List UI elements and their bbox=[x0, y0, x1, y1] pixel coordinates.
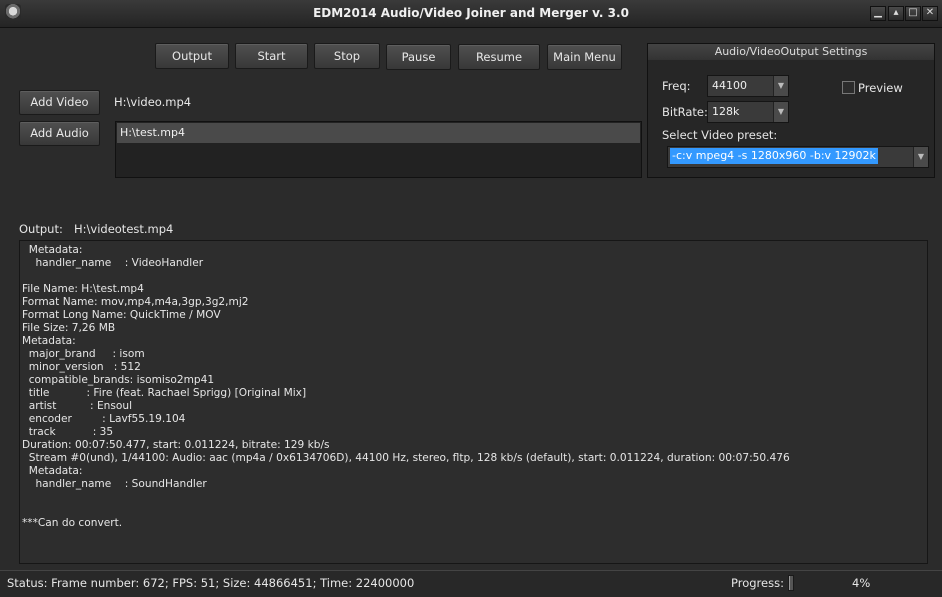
output-path: H:\videotest.mp4 bbox=[74, 222, 173, 236]
close-icon[interactable]: ✕ bbox=[922, 6, 938, 21]
output-label: Output: bbox=[19, 222, 63, 236]
log-text: Metadata: handler_name : VideoHandler Fi… bbox=[22, 244, 790, 530]
freq-label: Freq: bbox=[662, 79, 691, 93]
log-output[interactable]: Metadata: handler_name : VideoHandler Fi… bbox=[19, 240, 928, 564]
add-video-button[interactable]: Add Video bbox=[19, 90, 100, 115]
start-button[interactable]: Start bbox=[235, 43, 308, 69]
main-menu-button[interactable]: Main Menu bbox=[547, 44, 622, 70]
settings-header: Audio/VideoOutput Settings bbox=[648, 44, 934, 60]
pause-button[interactable]: Pause bbox=[386, 44, 451, 70]
window-title: EDM2014 Audio/Video Joiner and Merger v.… bbox=[0, 6, 942, 20]
status-text: Status: Frame number: 672; FPS: 51; Size… bbox=[7, 576, 414, 590]
maximize-icon[interactable]: □ bbox=[905, 6, 921, 21]
progress-percent: 4% bbox=[852, 576, 870, 590]
preview-label: Preview bbox=[858, 81, 903, 95]
output-button[interactable]: Output bbox=[155, 43, 229, 69]
chevron-down-icon[interactable]: ▼ bbox=[773, 76, 788, 96]
audio-file-item[interactable]: H:\test.mp4 bbox=[117, 123, 640, 143]
minimize-icon[interactable]: ▁ bbox=[870, 6, 886, 21]
progress-label: Progress: bbox=[731, 576, 784, 590]
bitrate-select[interactable]: 128k ▼ bbox=[707, 101, 789, 123]
preview-checkbox[interactable] bbox=[842, 81, 855, 94]
video-preset-label: Select Video preset: bbox=[662, 128, 777, 142]
video-path: H:\video.mp4 bbox=[114, 95, 191, 109]
audio-file-list[interactable]: H:\test.mp4 bbox=[115, 121, 642, 178]
video-preset-value[interactable]: -c:v mpeg4 -s 1280x960 -b:v 12902k bbox=[670, 148, 878, 164]
stop-button[interactable]: Stop bbox=[314, 43, 380, 69]
progress-bar bbox=[788, 575, 794, 591]
bitrate-value: 128k bbox=[712, 105, 739, 118]
resume-button[interactable]: Resume bbox=[458, 44, 540, 70]
freq-value: 44100 bbox=[712, 79, 747, 92]
freq-select[interactable]: 44100 ▼ bbox=[707, 75, 789, 97]
title-bar: EDM2014 Audio/Video Joiner and Merger v.… bbox=[0, 0, 942, 28]
bitrate-label: BitRate: bbox=[662, 105, 708, 119]
chevron-down-icon[interactable]: ▼ bbox=[913, 147, 928, 167]
chevron-down-icon[interactable]: ▼ bbox=[773, 102, 788, 122]
restore-icon[interactable]: ▴ bbox=[888, 6, 904, 21]
add-audio-button[interactable]: Add Audio bbox=[19, 121, 100, 146]
